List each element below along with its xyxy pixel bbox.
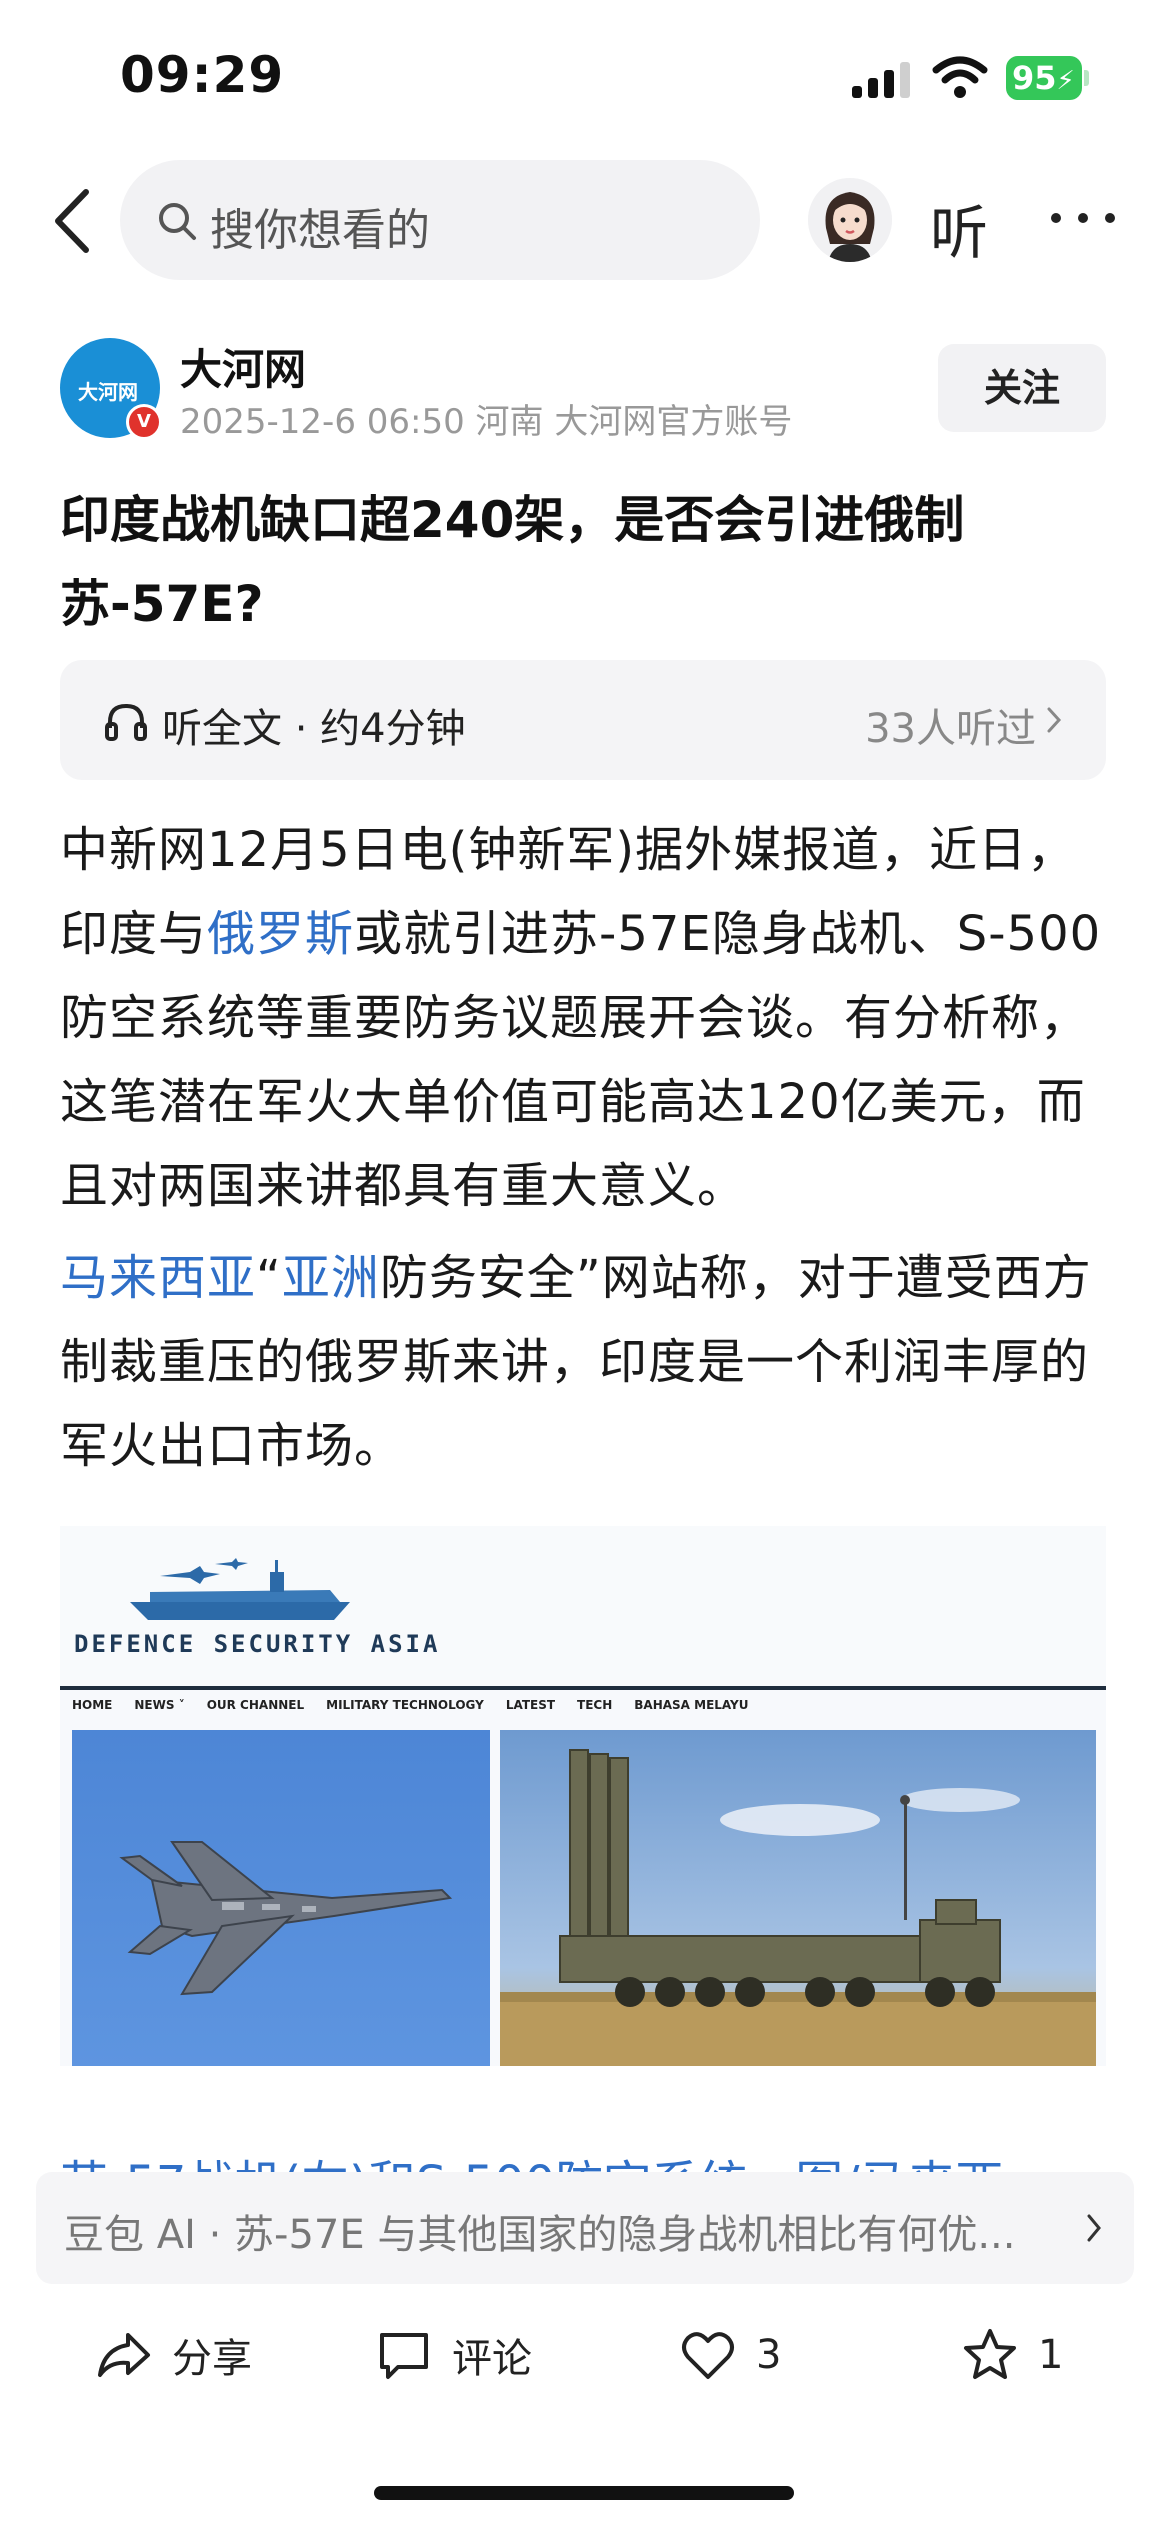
share-icon — [98, 2333, 150, 2377]
ai-suggestion-bar[interactable]: 豆包 AI · 苏-57E 与其他国家的隐身战机相比有何优... — [36, 2172, 1134, 2284]
author-meta: 2025-12-6 06:50 河南 大河网官方账号 — [180, 402, 793, 442]
article-title: 印度战机缺口超240架，是否会引进俄制苏-57E? — [60, 491, 965, 633]
fighter-jet-photo — [72, 1730, 490, 2066]
figure-menu-item: TECH — [577, 1698, 613, 1712]
author-logo-text: 大河网 — [78, 380, 138, 404]
caption-text: 苏-57战机(左)和S-500防空系统。图/马来西 — [60, 2156, 1003, 2172]
figure-divider — [60, 1686, 1106, 1690]
woman-avatar-icon — [808, 178, 892, 262]
chevron-right-icon — [1087, 2214, 1101, 2242]
s500-system-photo — [500, 1730, 1096, 2066]
bottom-action-bar: 分享 评论 3 1 — [0, 2300, 1170, 2410]
assistant-avatar[interactable] — [808, 178, 892, 262]
battery-cap — [1084, 70, 1089, 86]
heart-icon — [682, 2332, 734, 2379]
wifi-icon — [932, 56, 988, 98]
article-image[interactable]: DEFENCE SECURITY ASIA HOME NEWS ˅ OUR CH… — [60, 1526, 1106, 2066]
back-arrow-icon[interactable] — [48, 186, 98, 256]
star-icon — [964, 2329, 1016, 2379]
ai-suggestion-text: 豆包 AI · 苏-57E 与其他国家的隐身战机相比有何优... — [64, 2212, 1016, 2258]
figure-site-title: DEFENCE SECURITY ASIA — [74, 1630, 441, 1658]
author-row: 大河网 V 大河网 2025-12-6 06:50 河南 大河网官方账号 关注 — [0, 320, 1170, 450]
link-asia[interactable]: 亚洲 — [282, 1250, 380, 1306]
star-count: 1 — [1038, 2332, 1064, 2378]
share-button[interactable]: 分享 — [96, 2320, 252, 2390]
home-indicator[interactable] — [374, 2486, 794, 2500]
comment-label: 评论 — [452, 2336, 532, 2382]
search-input[interactable]: 搜你想看的 — [120, 160, 760, 280]
comment-button[interactable]: 评论 — [376, 2320, 532, 2390]
status-bar: 09:29 95⚡ — [0, 0, 1170, 150]
like-count: 3 — [756, 2332, 782, 2378]
link-russia[interactable]: 俄罗斯 — [207, 906, 354, 962]
p2-quote: “ — [256, 1250, 282, 1306]
search-placeholder: 搜你想看的 — [210, 205, 430, 256]
listen-full-text-bar[interactable]: 听全文 · 约4分钟 33人听过 — [60, 660, 1106, 780]
battery-level: 95 — [1012, 59, 1057, 97]
status-time: 09:29 — [120, 46, 285, 104]
figure-site-header: DEFENCE SECURITY ASIA — [60, 1526, 1106, 1686]
listen-button[interactable]: 听 — [930, 186, 988, 270]
verified-badge-icon: V — [126, 404, 162, 440]
author-name[interactable]: 大河网 — [180, 336, 306, 397]
like-button[interactable]: 3 — [680, 2320, 781, 2390]
figure-menu: HOME NEWS ˅ OUR CHANNEL MILITARY TECHNOL… — [72, 1698, 749, 1712]
aircraft-carrier-logo-icon — [130, 1558, 350, 1620]
chevron-right-icon — [1047, 707, 1062, 733]
more-options-icon[interactable] — [1048, 210, 1118, 226]
figure-menu-item: NEWS ˅ — [134, 1698, 185, 1712]
figure-menu-item: LATEST — [505, 1698, 556, 1712]
share-label: 分享 — [172, 2336, 252, 2382]
favorite-button[interactable]: 1 — [962, 2320, 1063, 2390]
search-icon — [159, 203, 196, 240]
author-logo[interactable]: 大河网 V — [60, 338, 162, 440]
link-malaysia[interactable]: 马来西亚 — [60, 1250, 256, 1306]
listen-label: 听全文 · 约4分钟 — [162, 706, 466, 752]
figure-menu-item: HOME — [72, 1698, 113, 1712]
listen-count: 33人听过 — [865, 706, 1036, 752]
comment-icon — [380, 2333, 428, 2379]
image-caption-partial: 苏-57战机(左)和S-500防空系统。图/马来西 — [60, 2142, 1120, 2172]
follow-button[interactable]: 关注 — [938, 344, 1106, 432]
battery-indicator: 95⚡ — [1006, 56, 1082, 100]
article-paragraph-1: 中新网12月5日电(钟新军)据外媒报道，近日，印度与俄罗斯或就引进苏-57E隐身… — [60, 808, 1120, 1228]
nav-bar: 搜你想看的 听 — [0, 150, 1170, 290]
figure-menu-item: MILITARY TECHNOLOGY — [326, 1698, 484, 1712]
cellular-signal-icon — [852, 62, 910, 98]
article-paragraph-2: 马来西亚“亚洲防务安全”网站称，对于遭受西方制裁重压的俄罗斯来讲，印度是一个利润… — [60, 1236, 1120, 1488]
figure-menu-item: BAHASA MELAYU — [634, 1698, 749, 1712]
headphones-icon — [105, 703, 147, 741]
figure-menu-item: OUR CHANNEL — [206, 1698, 305, 1712]
